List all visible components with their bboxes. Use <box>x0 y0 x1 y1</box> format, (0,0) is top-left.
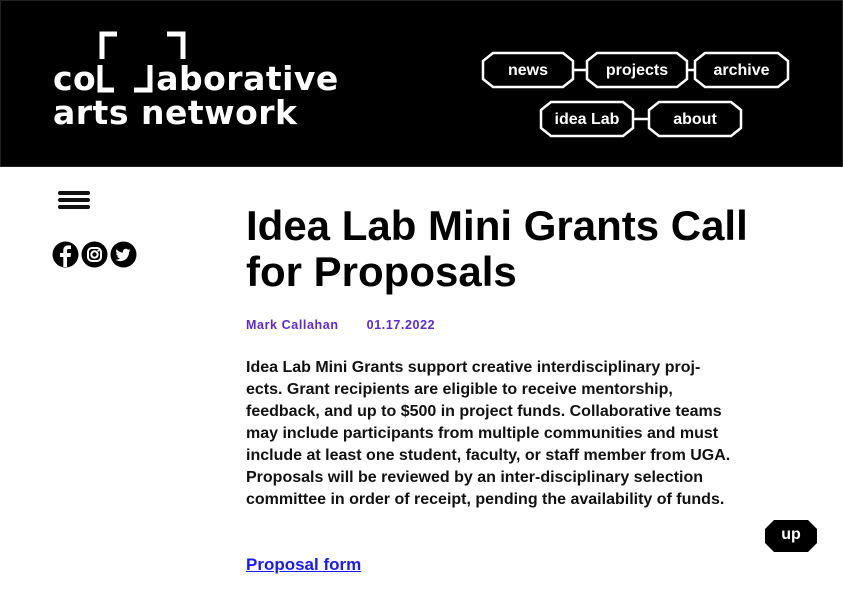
scroll-up-button[interactable]: up <box>764 519 818 553</box>
hamburger-icon[interactable] <box>58 191 90 211</box>
twitter-icon[interactable] <box>110 241 137 268</box>
logo-bracket-mark <box>97 65 153 93</box>
instagram-icon[interactable] <box>81 241 108 268</box>
nav-news[interactable]: news <box>483 61 573 81</box>
article-author[interactable]: Mark Callahan <box>246 318 339 332</box>
nav-archive[interactable]: archive <box>695 61 788 81</box>
nav-projects[interactable]: projects <box>587 61 687 81</box>
proposal-form-link[interactable]: Proposal form <box>246 555 361 575</box>
article-title: Idea Lab Mini Grants Call for Proposals <box>246 202 748 295</box>
site-header: co aborative arts network news projects a… <box>0 0 843 167</box>
logo-bracket-graphic <box>99 31 186 59</box>
logo-line-2: arts network <box>53 93 298 132</box>
hamburger-bar <box>58 198 90 202</box>
nav-about[interactable]: about <box>649 110 741 130</box>
article-meta: Mark Callahan 01.17.2022 <box>246 318 435 332</box>
up-button-label: up <box>781 526 801 543</box>
site-logo[interactable]: co aborative arts network <box>53 31 338 132</box>
article-body: Idea Lab Mini Grants support creative in… <box>246 359 731 508</box>
hamburger-bar <box>58 205 90 209</box>
facebook-icon[interactable] <box>52 241 79 268</box>
nav-idea-lab[interactable]: idea Lab <box>541 110 633 130</box>
hamburger-bar <box>58 191 90 195</box>
logo-line-1: co aborative <box>53 61 339 97</box>
article-date: 01.17.2022 <box>366 318 436 332</box>
